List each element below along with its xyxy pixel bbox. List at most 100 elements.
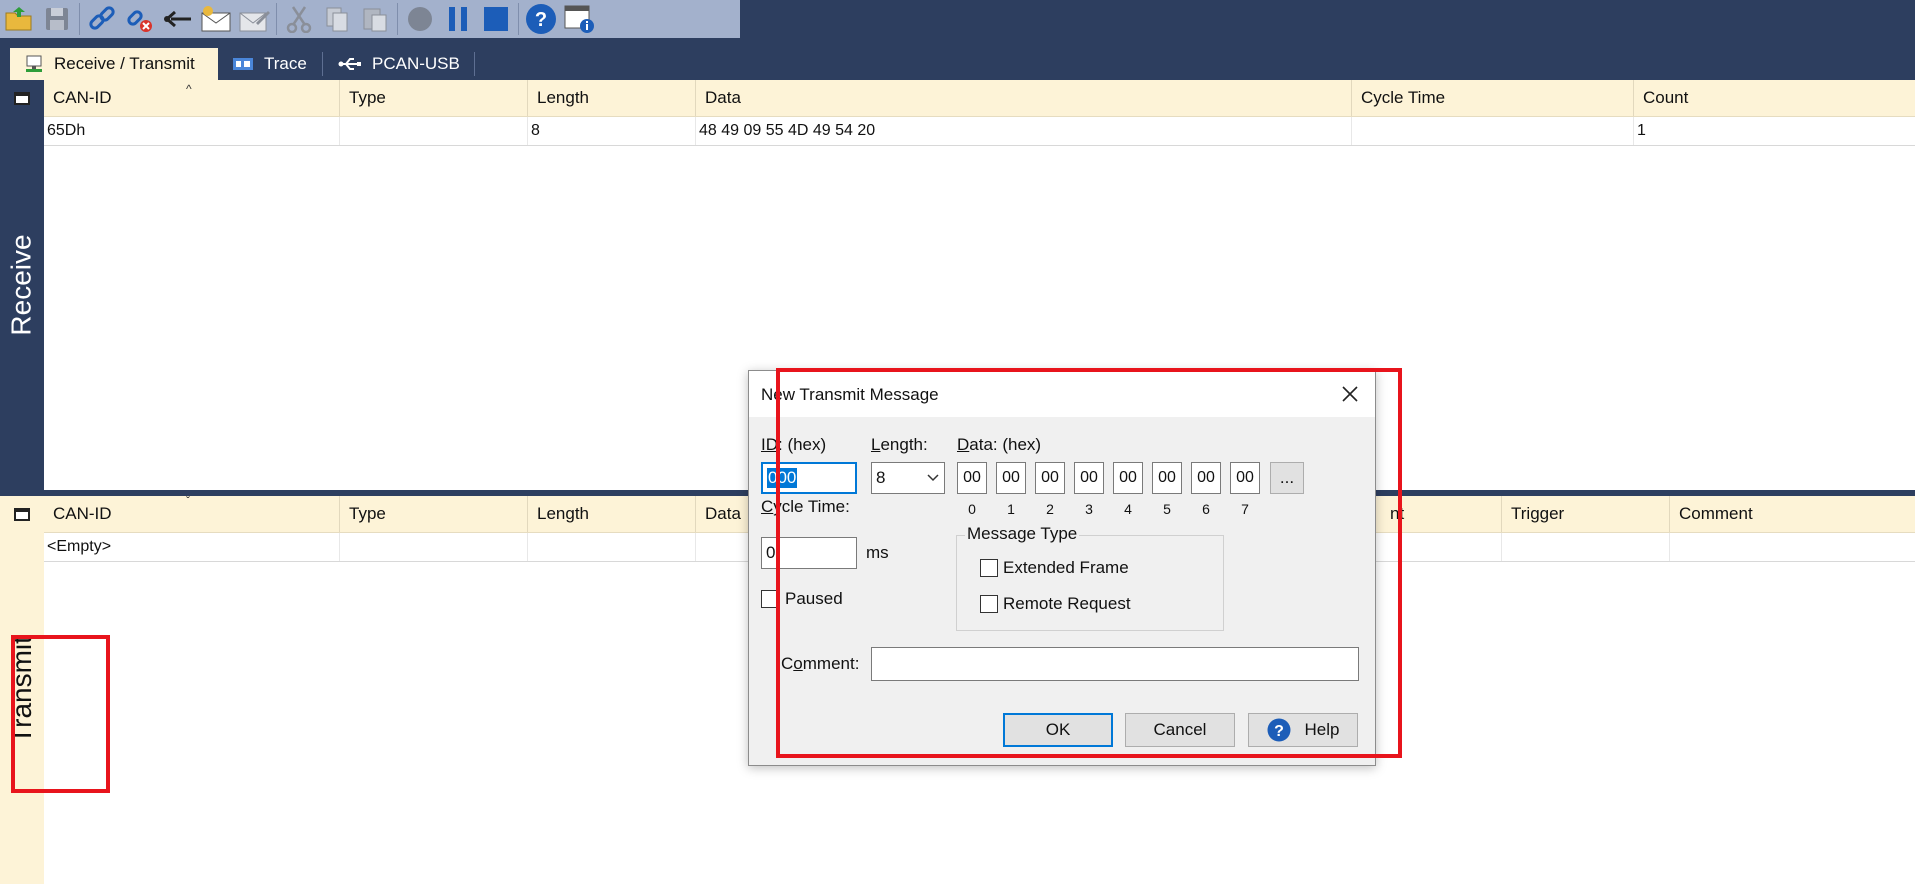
tab-receive-transmit[interactable]: Receive / Transmit [10,48,218,80]
tab-label: Trace [264,54,307,73]
paste-icon[interactable] [356,1,394,37]
table-row[interactable]: 65Dh 8 48 49 09 55 4D 49 54 20 1 [44,117,1915,146]
byte-index: 7 [1241,501,1249,517]
byte-index: 1 [1007,501,1015,517]
column-header-data[interactable]: Data [695,80,1351,116]
column-header-trigger[interactable]: Trigger [1501,496,1669,532]
tab-trace[interactable]: Trace [218,48,322,80]
sort-up-icon: ^ [186,82,192,96]
byte-index: 5 [1163,501,1171,517]
column-label: Data [705,88,741,107]
data-byte-3[interactable]: 00 [1074,462,1104,494]
paused-checkbox[interactable] [761,590,779,608]
tab-separator [322,52,323,76]
close-button[interactable] [1333,379,1367,409]
byte-index: 4 [1124,501,1132,517]
toolbar-separator [276,3,277,35]
cell-data: 48 49 09 55 4D 49 54 20 [695,117,1351,145]
tab-bar: Receive / Transmit Trace PCAN-USB [0,38,1915,80]
cancel-button[interactable]: Cancel [1125,713,1235,747]
tab-label: Receive / Transmit [54,54,195,73]
connect-icon[interactable] [83,1,121,37]
help-icon: ? [1267,718,1291,742]
close-icon [1342,386,1358,402]
length-select[interactable]: 8 [871,462,945,494]
data-byte-6[interactable]: 00 [1191,462,1221,494]
cut-icon[interactable] [280,1,318,37]
record-icon[interactable] [401,1,439,37]
reset-icon[interactable] [159,1,197,37]
trace-icon [232,56,254,72]
properties-icon[interactable] [560,1,598,37]
id-input[interactable]: 000 [761,462,857,494]
open-folder-icon[interactable] [0,1,38,37]
column-header-type[interactable]: Type [339,496,527,532]
column-label: nt [1390,504,1405,523]
column-header-can-id[interactable]: CAN-ID [44,496,339,532]
receive-side-strip: Receive [0,80,44,490]
column-label: Data [705,504,741,523]
column-label: Type [349,504,386,523]
receive-grid-corner[interactable] [0,80,44,116]
stop-icon[interactable] [477,1,515,37]
data-byte-0[interactable]: 00 [957,462,987,494]
data-byte-5[interactable]: 00 [1152,462,1182,494]
transmit-label: Transmit [6,636,38,744]
help-button-label: Help [1304,720,1340,739]
column-header-count[interactable]: Count [1633,80,1915,116]
cycle-time-input[interactable]: 0 [761,537,857,569]
more-data-button[interactable]: ... [1270,462,1304,494]
data-label-accel: D [957,435,970,454]
new-message-icon[interactable] [197,1,235,37]
tab-pcan-usb[interactable]: PCAN-USB [324,48,474,80]
usb-icon [338,55,362,73]
column-header-type[interactable]: Type [339,80,527,116]
window-icon [14,91,30,105]
pause-icon[interactable] [439,1,477,37]
byte-index: 0 [968,501,976,517]
cell-type [339,117,527,145]
column-header-comment[interactable]: Comment [1669,496,1915,532]
column-label: Length [537,88,589,107]
data-byte-4[interactable]: 00 [1113,462,1143,494]
cell-length [527,533,695,561]
receive-grid-header: CAN-ID ^ Type Length Data Cycle Time Cou… [44,80,1915,117]
data-byte-1[interactable]: 00 [996,462,1026,494]
byte-index: 3 [1085,501,1093,517]
window-icon [14,507,30,521]
edit-message-icon[interactable] [235,1,273,37]
data-byte-7[interactable]: 00 [1230,462,1260,494]
data-byte-2[interactable]: 00 [1035,462,1065,494]
disconnect-icon[interactable] [121,1,159,37]
dialog-title: New Transmit Message [761,385,939,404]
column-header-length[interactable]: Length [527,496,695,532]
comment-input[interactable] [871,647,1359,681]
cell-comment [1669,533,1915,561]
comment-label-pre: C [781,654,794,673]
dialog-title-bar[interactable]: New Transmit Message [749,371,1375,417]
help-icon[interactable]: ? [522,1,560,37]
message-type-group: Message Type Extended Frame Remote Reque… [956,524,1224,631]
ok-button[interactable]: OK [1003,713,1113,747]
column-label: Trigger [1511,504,1565,523]
column-header-cycle-time[interactable]: Cycle Time [1351,80,1633,116]
toolbar-separator [79,3,80,35]
transmit-grid-corner[interactable] [0,496,44,532]
remote-request-checkbox[interactable] [980,595,998,613]
extended-frame-checkbox[interactable] [980,559,998,577]
cell-type [339,533,527,561]
column-header-length[interactable]: Length [527,80,695,116]
comment-label-rest: mment: [802,654,860,673]
copy-icon[interactable] [318,1,356,37]
svg-text:?: ? [535,9,547,31]
toolbar-separator [397,3,398,35]
id-value: 000 [767,468,798,488]
receive-transmit-icon [24,54,44,74]
column-label: Length [537,504,589,523]
byte-index: 2 [1046,501,1054,517]
paused-label: Paused [785,589,843,608]
svg-text:?: ? [1274,723,1284,740]
save-icon[interactable] [38,1,76,37]
help-button[interactable]: ? Help [1248,713,1358,747]
column-label: Count [1643,88,1689,107]
